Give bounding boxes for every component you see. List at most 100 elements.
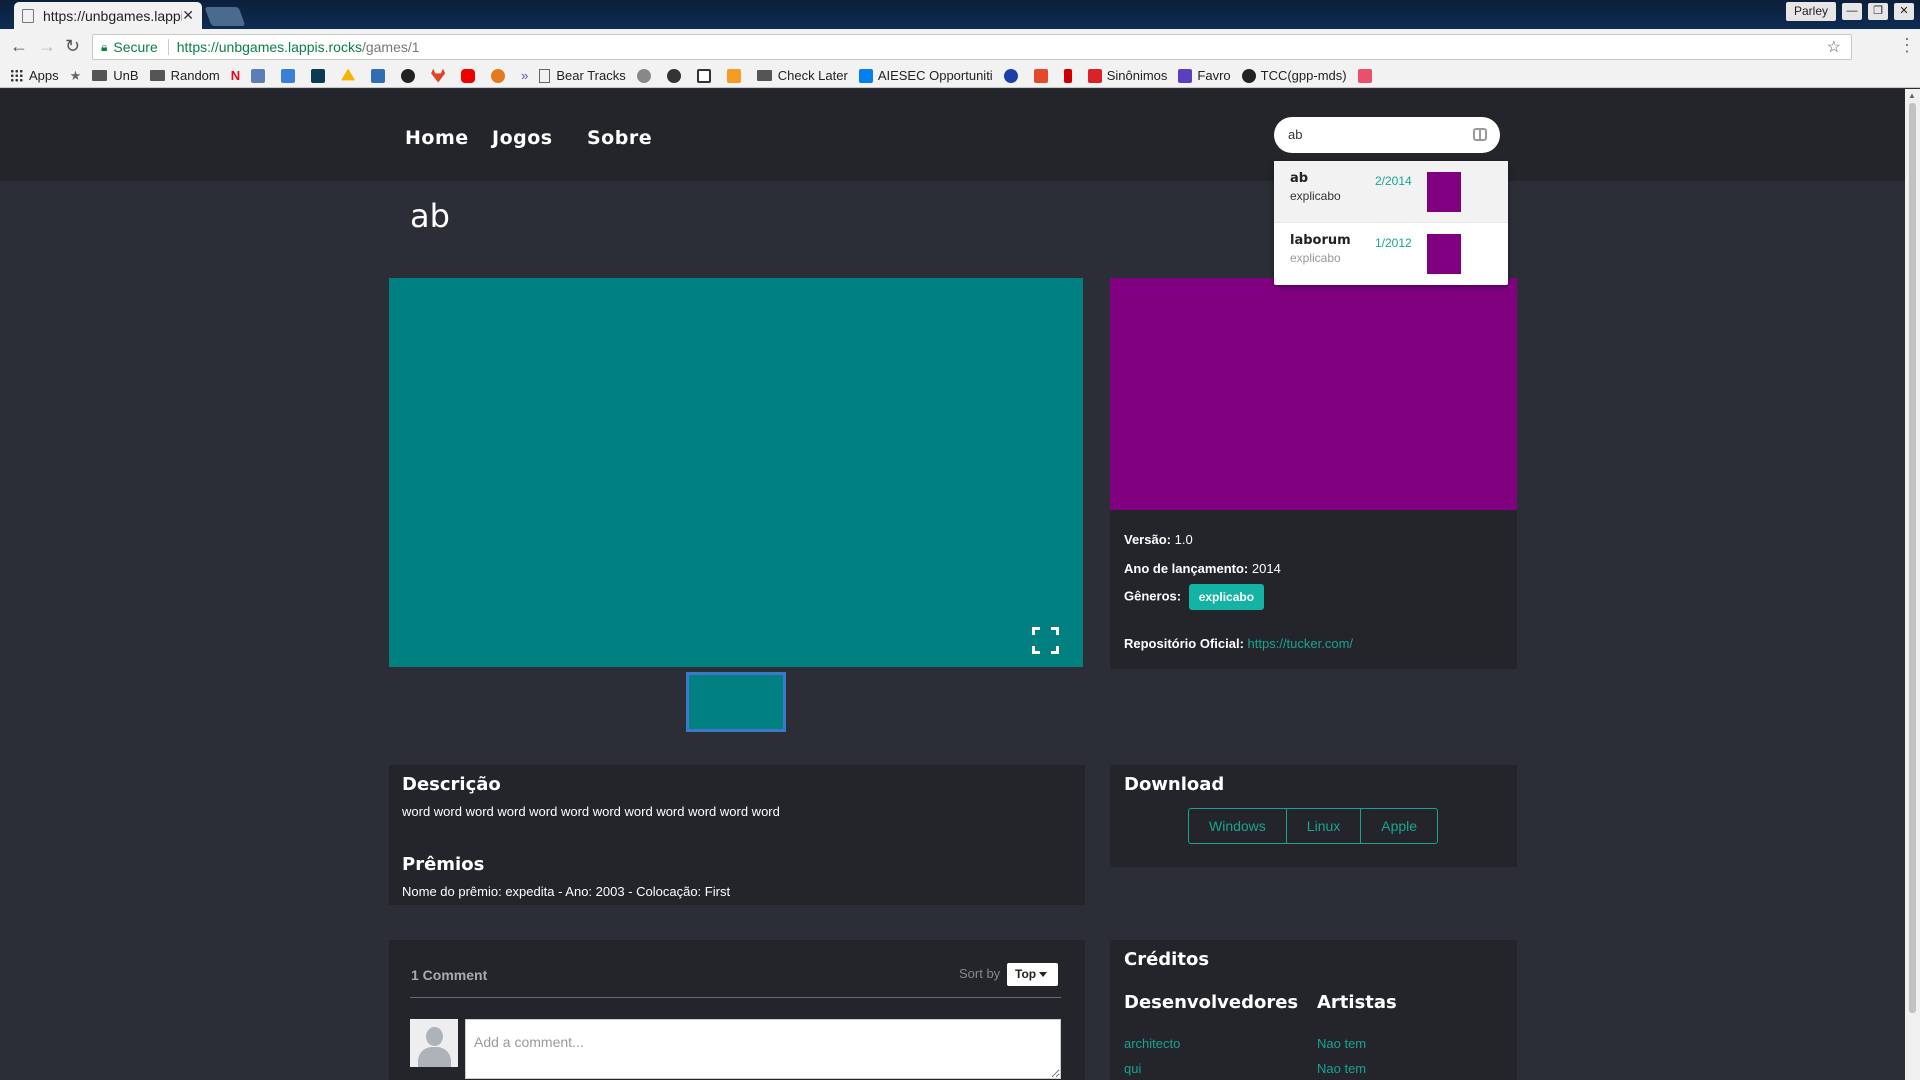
sort-dropdown[interactable]: Top — [1007, 963, 1058, 986]
download-buttons: Windows Linux Apple — [1188, 808, 1439, 844]
bookmark-icon-7[interactable] — [696, 68, 716, 83]
browser-tab[interactable]: https://unbgames.lappis ✕ — [14, 2, 202, 29]
tab-title: https://unbgames.lappis — [42, 7, 183, 24]
suggestion-genre: explicabo — [1290, 251, 1341, 265]
bookmark-sinonimos[interactable]: Sinônimos — [1087, 68, 1167, 83]
mail-icon[interactable] — [281, 68, 300, 83]
youtube-icon[interactable] — [461, 68, 480, 83]
bookmark-random[interactable]: Random — [149, 68, 220, 83]
credits-title: Créditos — [1124, 949, 1210, 970]
download-windows-button[interactable]: Windows — [1189, 809, 1287, 843]
close-tab-icon[interactable]: ✕ — [182, 7, 194, 24]
page-scrollbar[interactable]: ▲ — [1905, 89, 1920, 1080]
nav-home[interactable]: Home — [405, 127, 469, 149]
address-bar[interactable]: 🔒︎ Secure https://unbgames.lappis.rocks … — [92, 34, 1852, 60]
bookmark-icon-8[interactable] — [726, 68, 746, 83]
search-input[interactable]: ab — [1274, 117, 1500, 153]
reload-icon[interactable]: ↻ — [65, 36, 80, 57]
bookmark-tcc[interactable]: TCC(gpp-mds) — [1241, 68, 1347, 83]
artist-link[interactable]: Nao tem — [1317, 1036, 1366, 1051]
search-icon[interactable] — [1473, 128, 1487, 141]
repository-link[interactable]: https://tucker.com/ — [1248, 636, 1354, 651]
secure-label: Secure — [113, 39, 158, 55]
bookmark-icon-12[interactable] — [1357, 68, 1377, 83]
scrollbar-thumb[interactable] — [1909, 103, 1916, 1013]
bookmark-favro[interactable]: Favro — [1178, 68, 1231, 83]
close-window-icon[interactable]: ✕ — [1894, 3, 1914, 20]
minimize-icon[interactable]: — — [1842, 3, 1862, 20]
avatar — [410, 1019, 458, 1067]
download-apple-button[interactable]: Apple — [1361, 809, 1437, 843]
profile-button[interactable]: Parley — [1786, 2, 1837, 21]
game-media-viewer[interactable] — [389, 278, 1083, 667]
bookmark-icon-6[interactable] — [666, 68, 686, 83]
forward-icon[interactable]: → — [38, 36, 56, 57]
comment-input[interactable] — [465, 1019, 1061, 1079]
download-title: Download — [1124, 774, 1225, 795]
page-icon — [539, 68, 551, 83]
scroll-up-icon[interactable]: ▲ — [1908, 91, 1916, 100]
bookmark-check-later[interactable]: Check Later — [756, 68, 848, 83]
gitlab-icon[interactable] — [431, 68, 450, 83]
netflix-icon[interactable]: N — [231, 68, 240, 83]
github-icon[interactable] — [401, 68, 420, 83]
media-thumbnail[interactable] — [686, 672, 786, 732]
bookmark-icon-9[interactable] — [1003, 68, 1023, 83]
suggestion-genre: explicabo — [1290, 189, 1341, 203]
new-tab-button[interactable] — [204, 7, 246, 26]
developer-link[interactable]: architecto — [1124, 1036, 1180, 1051]
version-value: 1.0 — [1174, 532, 1193, 547]
trello-icon[interactable] — [311, 68, 330, 83]
suggestion-name: laborum — [1290, 233, 1351, 248]
bookmark-star-icon[interactable]: ☆ — [1827, 37, 1841, 57]
divider — [410, 997, 1061, 998]
artists-title: Artistas — [1317, 992, 1397, 1013]
release-year-value: 2014 — [1251, 561, 1281, 576]
bookmark-icon-5[interactable] — [636, 68, 656, 83]
bookmark-unb[interactable]: UnB — [92, 68, 139, 83]
browser-menu-icon[interactable]: ⋮ — [1898, 35, 1916, 56]
artist-link[interactable]: Nao tem — [1317, 1061, 1366, 1076]
site-header: Home Jogos Sobre ab — [0, 89, 1905, 181]
suggestion-item[interactable]: ab explicabo 2/2014 — [1274, 161, 1508, 223]
awards-title: Prêmios — [402, 854, 485, 875]
fullscreen-icon[interactable] — [1032, 627, 1059, 654]
bookmark-icon-10[interactable] — [1033, 68, 1053, 83]
drive-icon[interactable] — [341, 68, 360, 83]
bookmark-aiesec[interactable]: AIESEC Opportuniti — [858, 68, 993, 83]
suggestion-name: ab — [1290, 171, 1309, 186]
bookmark-icon-1[interactable] — [251, 68, 270, 83]
bookmark-icon-3[interactable] — [491, 68, 510, 83]
url-host: https://unbgames.lappis.rocks — [176, 39, 362, 55]
download-linux-button[interactable]: Linux — [1287, 809, 1362, 843]
developer-link[interactable]: qui — [1124, 1061, 1141, 1076]
suggestion-date: 1/2012 — [1375, 236, 1412, 250]
back-icon[interactable]: ← — [10, 36, 28, 57]
repository-row: Repositório Oficial: https://tucker.com/ — [1124, 636, 1354, 651]
release-year-row: Ano de lançamento: 2014 — [1124, 561, 1281, 576]
bookmark-star-icon-bar[interactable]: ★ — [70, 68, 82, 84]
url-path: /games/1 — [361, 39, 420, 55]
sort-label: Sort by — [959, 966, 1001, 981]
genre-tag[interactable]: explicabo — [1188, 584, 1265, 610]
folder-icon — [149, 70, 165, 81]
nav-games[interactable]: Jogos — [492, 127, 553, 149]
bookmark-icon-11[interactable] — [1063, 68, 1077, 83]
developers-title: Desenvolvedores — [1124, 992, 1299, 1013]
bookmark-icon-4[interactable]: » — [521, 68, 528, 83]
bookmark-icon-2[interactable] — [371, 68, 390, 83]
suggestion-date: 2/2014 — [1375, 174, 1412, 188]
nav-about[interactable]: Sobre — [587, 127, 652, 149]
bookmark-apps[interactable]: Apps — [10, 68, 59, 83]
address-separator — [167, 39, 169, 55]
comment-count: 1 Comment — [411, 967, 488, 983]
bookmark-bear-tracks[interactable]: Bear Tracks — [539, 68, 626, 83]
tab-bar: https://unbgames.lappis ✕ Parley — ❐ ✕ — [0, 0, 1920, 29]
folder-icon — [756, 70, 772, 81]
page-icon — [22, 8, 34, 23]
suggestion-thumbnail — [1427, 234, 1461, 274]
description-text: word word word word word word word word … — [402, 804, 780, 819]
browser-toolbar: ← → ↻ 🔒︎ Secure https://unbgames.lappis.… — [0, 29, 1920, 64]
restore-icon[interactable]: ❐ — [1868, 3, 1888, 20]
suggestion-item[interactable]: laborum explicabo 1/2012 — [1274, 223, 1508, 285]
